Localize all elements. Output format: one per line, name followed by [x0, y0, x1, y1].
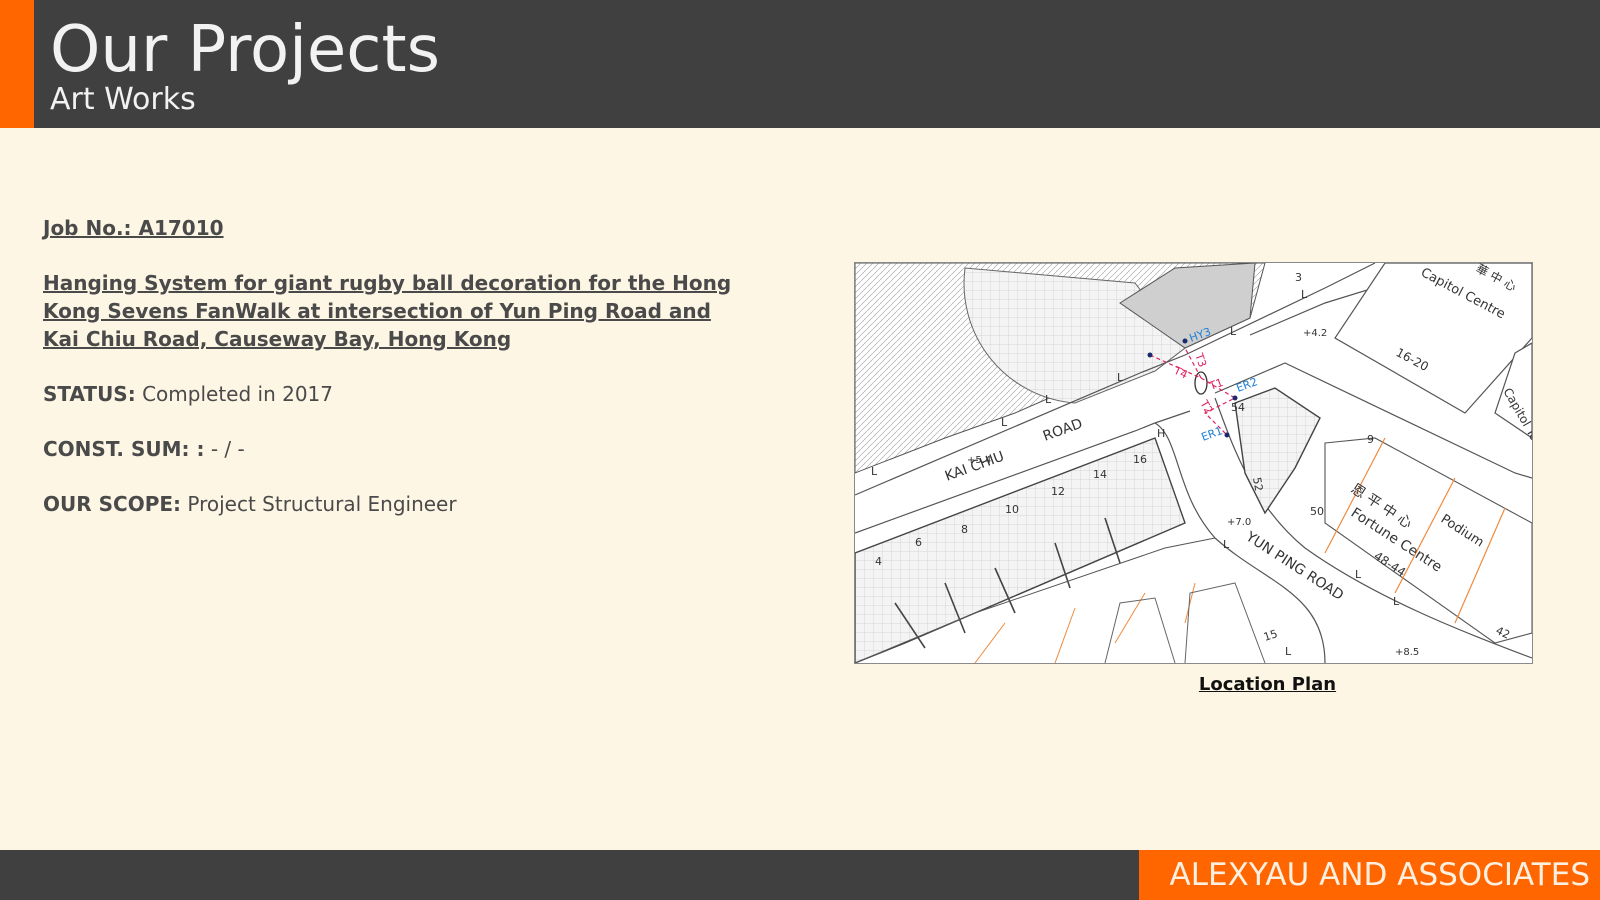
header-accent-stripe	[0, 0, 34, 128]
label-16: 16	[1133, 453, 1147, 466]
label-52: 52	[1250, 476, 1265, 492]
label-level-7-0: +7.0	[1227, 517, 1251, 528]
label-14: 14	[1093, 468, 1107, 481]
label-54: 54	[1231, 401, 1245, 414]
marker-l: L	[1001, 416, 1008, 429]
project-description: Hanging System for giant rugby ball deco…	[43, 271, 732, 351]
project-details: Job No.: A17010 Hanging System for giant…	[43, 214, 743, 545]
label-10: 10	[1005, 503, 1019, 516]
company-brand: ALEXYAU AND ASSOCIATES	[1139, 850, 1600, 900]
status-line: STATUS: Completed in 2017	[43, 380, 743, 408]
marker-l: L	[1045, 393, 1052, 406]
job-number: Job No.: A17010	[43, 216, 224, 240]
label-50: 50	[1310, 505, 1324, 518]
const-sum-value: - / -	[210, 437, 245, 461]
const-sum-line: CONST. SUM: : - / -	[43, 435, 743, 463]
label-12: 12	[1051, 485, 1065, 498]
scope-value: Project Structural Engineer	[187, 492, 457, 516]
label-4: 4	[875, 555, 882, 568]
label-9: 9	[1367, 433, 1374, 446]
label-level-5-4: +5.4	[967, 455, 991, 466]
scope-label: OUR SCOPE:	[43, 492, 182, 516]
location-plan-image: HY3 ER2 ER1 T1 T2 T3 T4 KAI CHIU ROAD YU…	[854, 262, 1533, 664]
page-title: Our Projects	[50, 13, 440, 87]
marker-l: L	[1355, 568, 1362, 581]
label-8: 8	[961, 523, 968, 536]
status-label: STATUS:	[43, 382, 136, 406]
status-value: Completed in 2017	[142, 382, 334, 406]
location-plan-drawing: HY3 ER2 ER1 T1 T2 T3 T4 KAI CHIU ROAD YU…	[855, 263, 1532, 663]
label-3: 3	[1295, 271, 1302, 284]
location-plan-caption: Location Plan	[1198, 674, 1337, 695]
header-bar: Our Projects Art Works	[0, 0, 1600, 128]
label-level-8-5: +8.5	[1395, 647, 1419, 658]
label-6: 6	[915, 536, 922, 549]
footer-bar: ALEXYAU AND ASSOCIATES	[0, 850, 1600, 900]
marker-l: L	[1117, 371, 1124, 384]
marker-l: L	[1393, 595, 1400, 608]
const-sum-label: CONST. SUM: :	[43, 437, 205, 461]
marker-l: L	[871, 465, 878, 478]
label-level-4-2: +4.2	[1303, 328, 1327, 339]
marker-l: L	[1230, 325, 1237, 338]
page-subtitle: Art Works	[50, 82, 196, 117]
marker-h: H	[1157, 427, 1165, 440]
scope-line: OUR SCOPE: Project Structural Engineer	[43, 490, 743, 518]
marker-l: L	[1223, 538, 1230, 551]
marker-l: L	[1285, 645, 1292, 658]
marker-l: L	[1301, 288, 1308, 301]
